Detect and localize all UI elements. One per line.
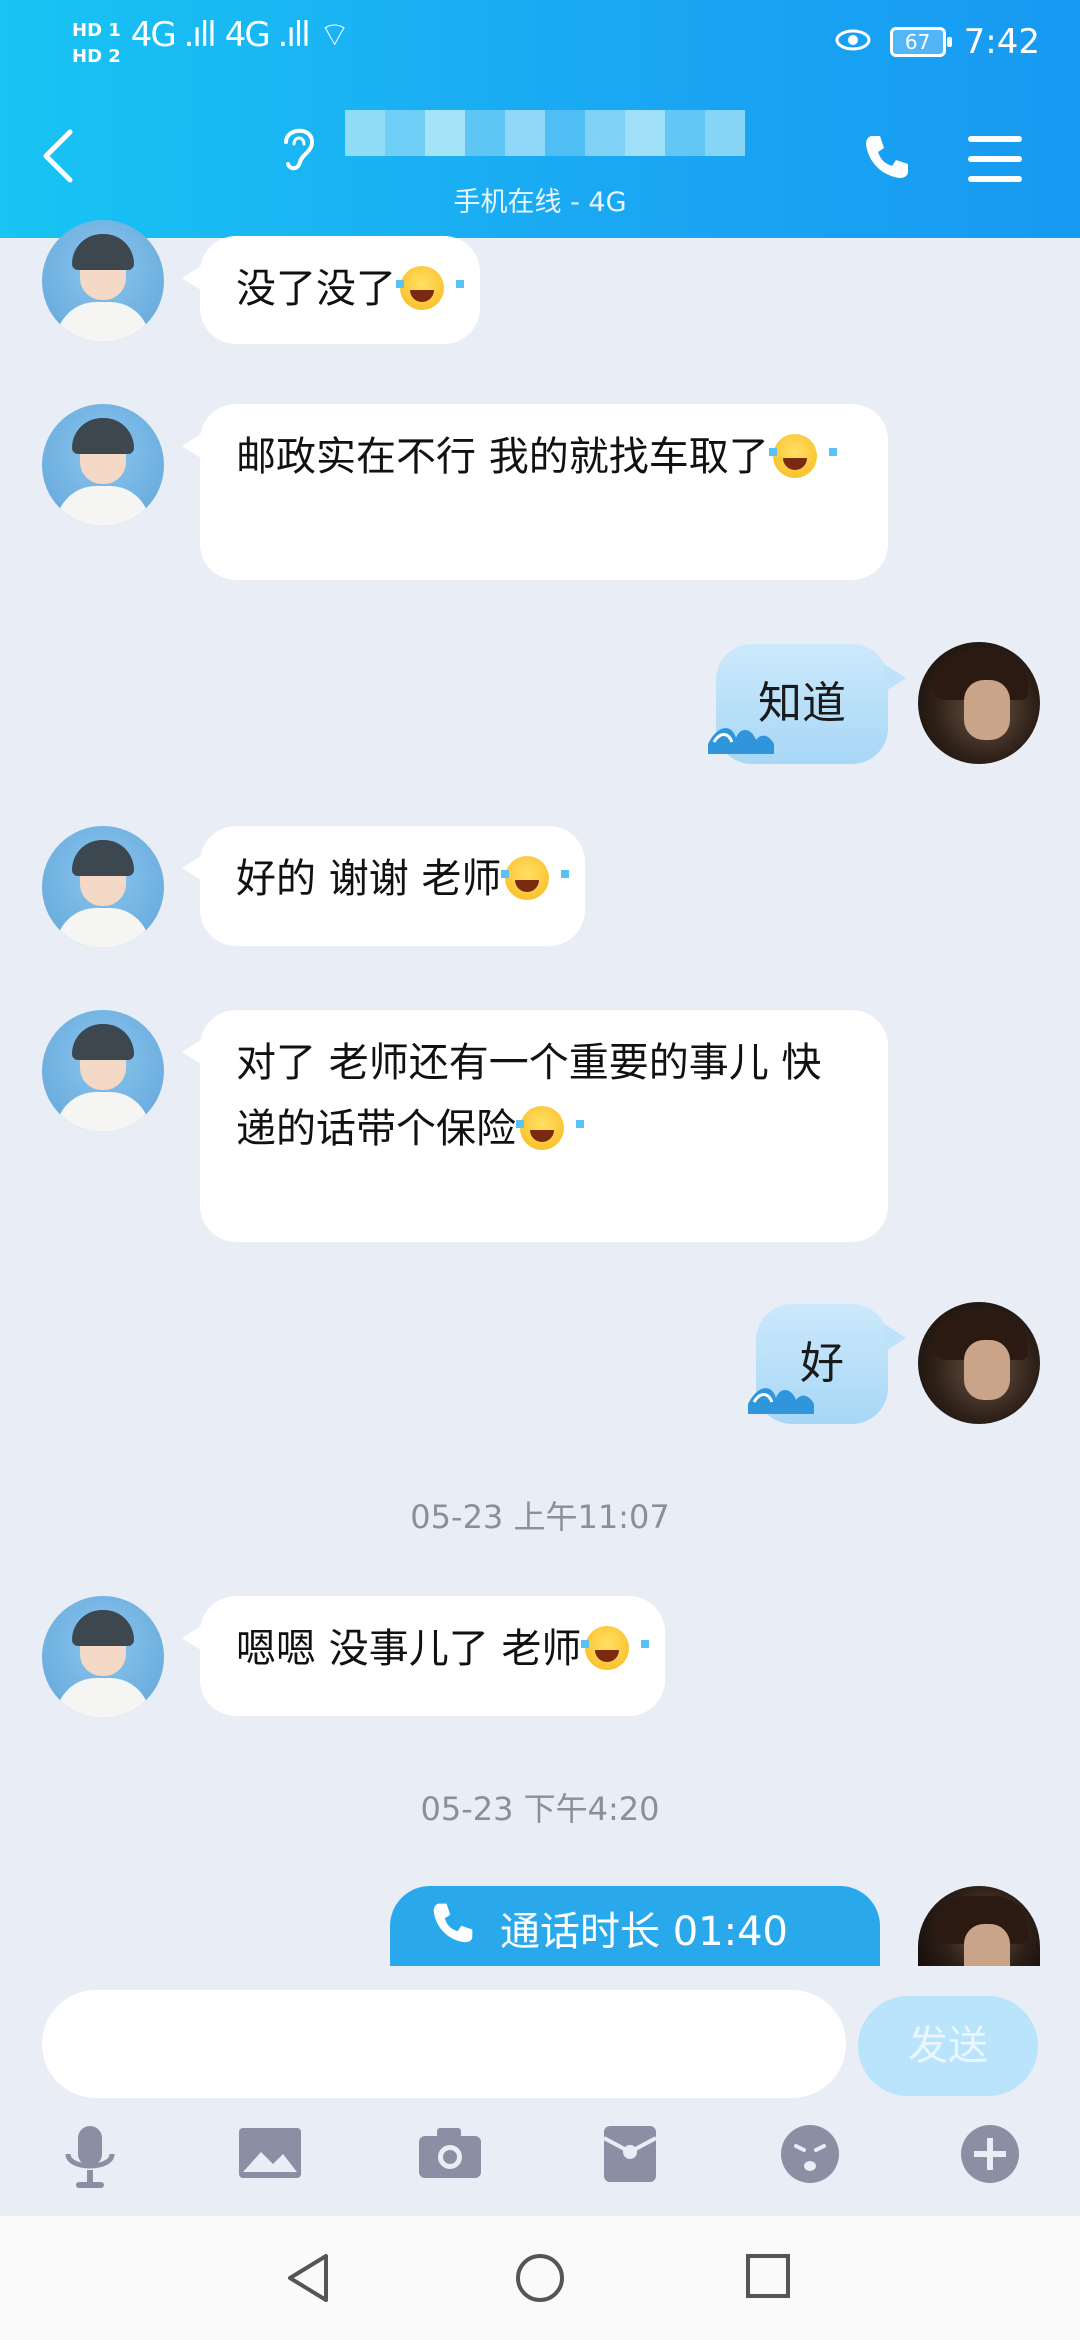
message-text: 没了没了 — [236, 266, 396, 312]
status-left: HD 1 HD 2 4G .ıll 4G .ıll ⌔ — [72, 15, 351, 70]
message-bubble-sent[interactable]: 好 — [748, 1304, 906, 1424]
emoji-icon[interactable] — [770, 2122, 850, 2198]
phone-call-icon — [430, 1900, 476, 1956]
timestamp: 05-23 下午4:20 — [420, 1790, 660, 1828]
timestamp: 05-23 上午11:07 — [410, 1498, 670, 1536]
nav-home-icon[interactable] — [514, 2252, 566, 2313]
user-avatar[interactable] — [918, 642, 1040, 764]
message-bubble-received[interactable]: 好的 谢谢 老师 — [181, 826, 586, 946]
signal-icon-1: 4G .ıll — [130, 15, 217, 55]
laugh-cry-emoji-icon — [396, 266, 464, 310]
laugh-cry-emoji-icon — [581, 1626, 650, 1670]
wave-decoration-icon — [706, 710, 776, 770]
nav-back-icon[interactable] — [284, 2252, 332, 2313]
wifi-icon: ⌔ — [318, 15, 351, 55]
contact-avatar[interactable] — [42, 826, 164, 948]
send-button[interactable]: 发送 — [858, 1996, 1038, 2096]
battery-icon: 67 — [889, 27, 952, 57]
laugh-cry-emoji-icon — [516, 1106, 584, 1150]
message-text: 嗯嗯 没事儿了 老师 — [236, 1626, 582, 1672]
laugh-cry-emoji-icon — [768, 434, 837, 478]
hd2-label: HD 2 — [72, 46, 121, 67]
hd-indicators: HD 1 HD 2 — [72, 18, 121, 70]
input-area: 发送 — [0, 1966, 1080, 2216]
contact-avatar[interactable] — [42, 404, 164, 526]
nav-recents-icon[interactable] — [744, 2252, 792, 2309]
phone-icon[interactable] — [862, 132, 912, 194]
message-bubble-sent[interactable]: 知道 — [708, 644, 906, 764]
ear-icon[interactable] — [278, 122, 318, 186]
wave-decoration-icon — [746, 1370, 816, 1430]
message-bubble-received[interactable]: 嗯嗯 没事儿了 老师 — [181, 1596, 666, 1716]
contact-name-blurred[interactable] — [345, 110, 765, 170]
system-navigation-bar — [0, 2216, 1080, 2340]
user-avatar[interactable] — [918, 1302, 1040, 1424]
message-bubble-received[interactable]: 没了没了 — [182, 236, 480, 344]
eye-comfort-icon — [834, 23, 872, 61]
user-avatar[interactable] — [918, 1886, 1040, 1966]
hd1-label: HD 1 — [72, 20, 121, 41]
message-bubble-received[interactable]: 邮政实在不行 我的就找车取了 — [182, 404, 888, 580]
call-record-bubble[interactable]: 通话时长 01:40 — [390, 1886, 880, 1970]
plus-icon[interactable] — [950, 2122, 1030, 2198]
image-icon[interactable] — [230, 2122, 310, 2198]
laugh-cry-emoji-icon — [501, 856, 570, 900]
contact-avatar[interactable] — [42, 220, 164, 342]
menu-icon[interactable] — [968, 136, 1022, 182]
contact-avatar[interactable] — [42, 1010, 164, 1132]
input-toolbar — [0, 2122, 1080, 2202]
red-packet-icon[interactable] — [590, 2122, 670, 2198]
contact-avatar[interactable] — [42, 1596, 164, 1718]
message-text: 好的 谢谢 老师 — [236, 856, 502, 902]
message-bubble-received[interactable]: 对了 老师还有一个重要的事儿 快递的话带个保险 — [182, 1010, 888, 1242]
camera-icon[interactable] — [410, 2122, 490, 2198]
call-duration-text: 通话时长 01:40 — [500, 1909, 788, 1955]
microphone-icon[interactable] — [50, 2122, 130, 2198]
clock: 7:42 — [963, 22, 1040, 62]
status-bar: HD 1 HD 2 4G .ıll 4G .ıll ⌔ 67 7:42 — [0, 0, 1080, 90]
message-input[interactable] — [42, 1990, 846, 2098]
contact-status: 手机在线 - 4G — [453, 187, 627, 218]
signal-icon-2: 4G .ıll — [224, 15, 311, 55]
message-text: 邮政实在不行 我的就找车取了 — [236, 434, 769, 480]
chat-header: HD 1 HD 2 4G .ıll 4G .ıll ⌔ 67 7:42 手机在线… — [0, 0, 1080, 238]
status-right: 67 7:42 — [834, 22, 1040, 62]
